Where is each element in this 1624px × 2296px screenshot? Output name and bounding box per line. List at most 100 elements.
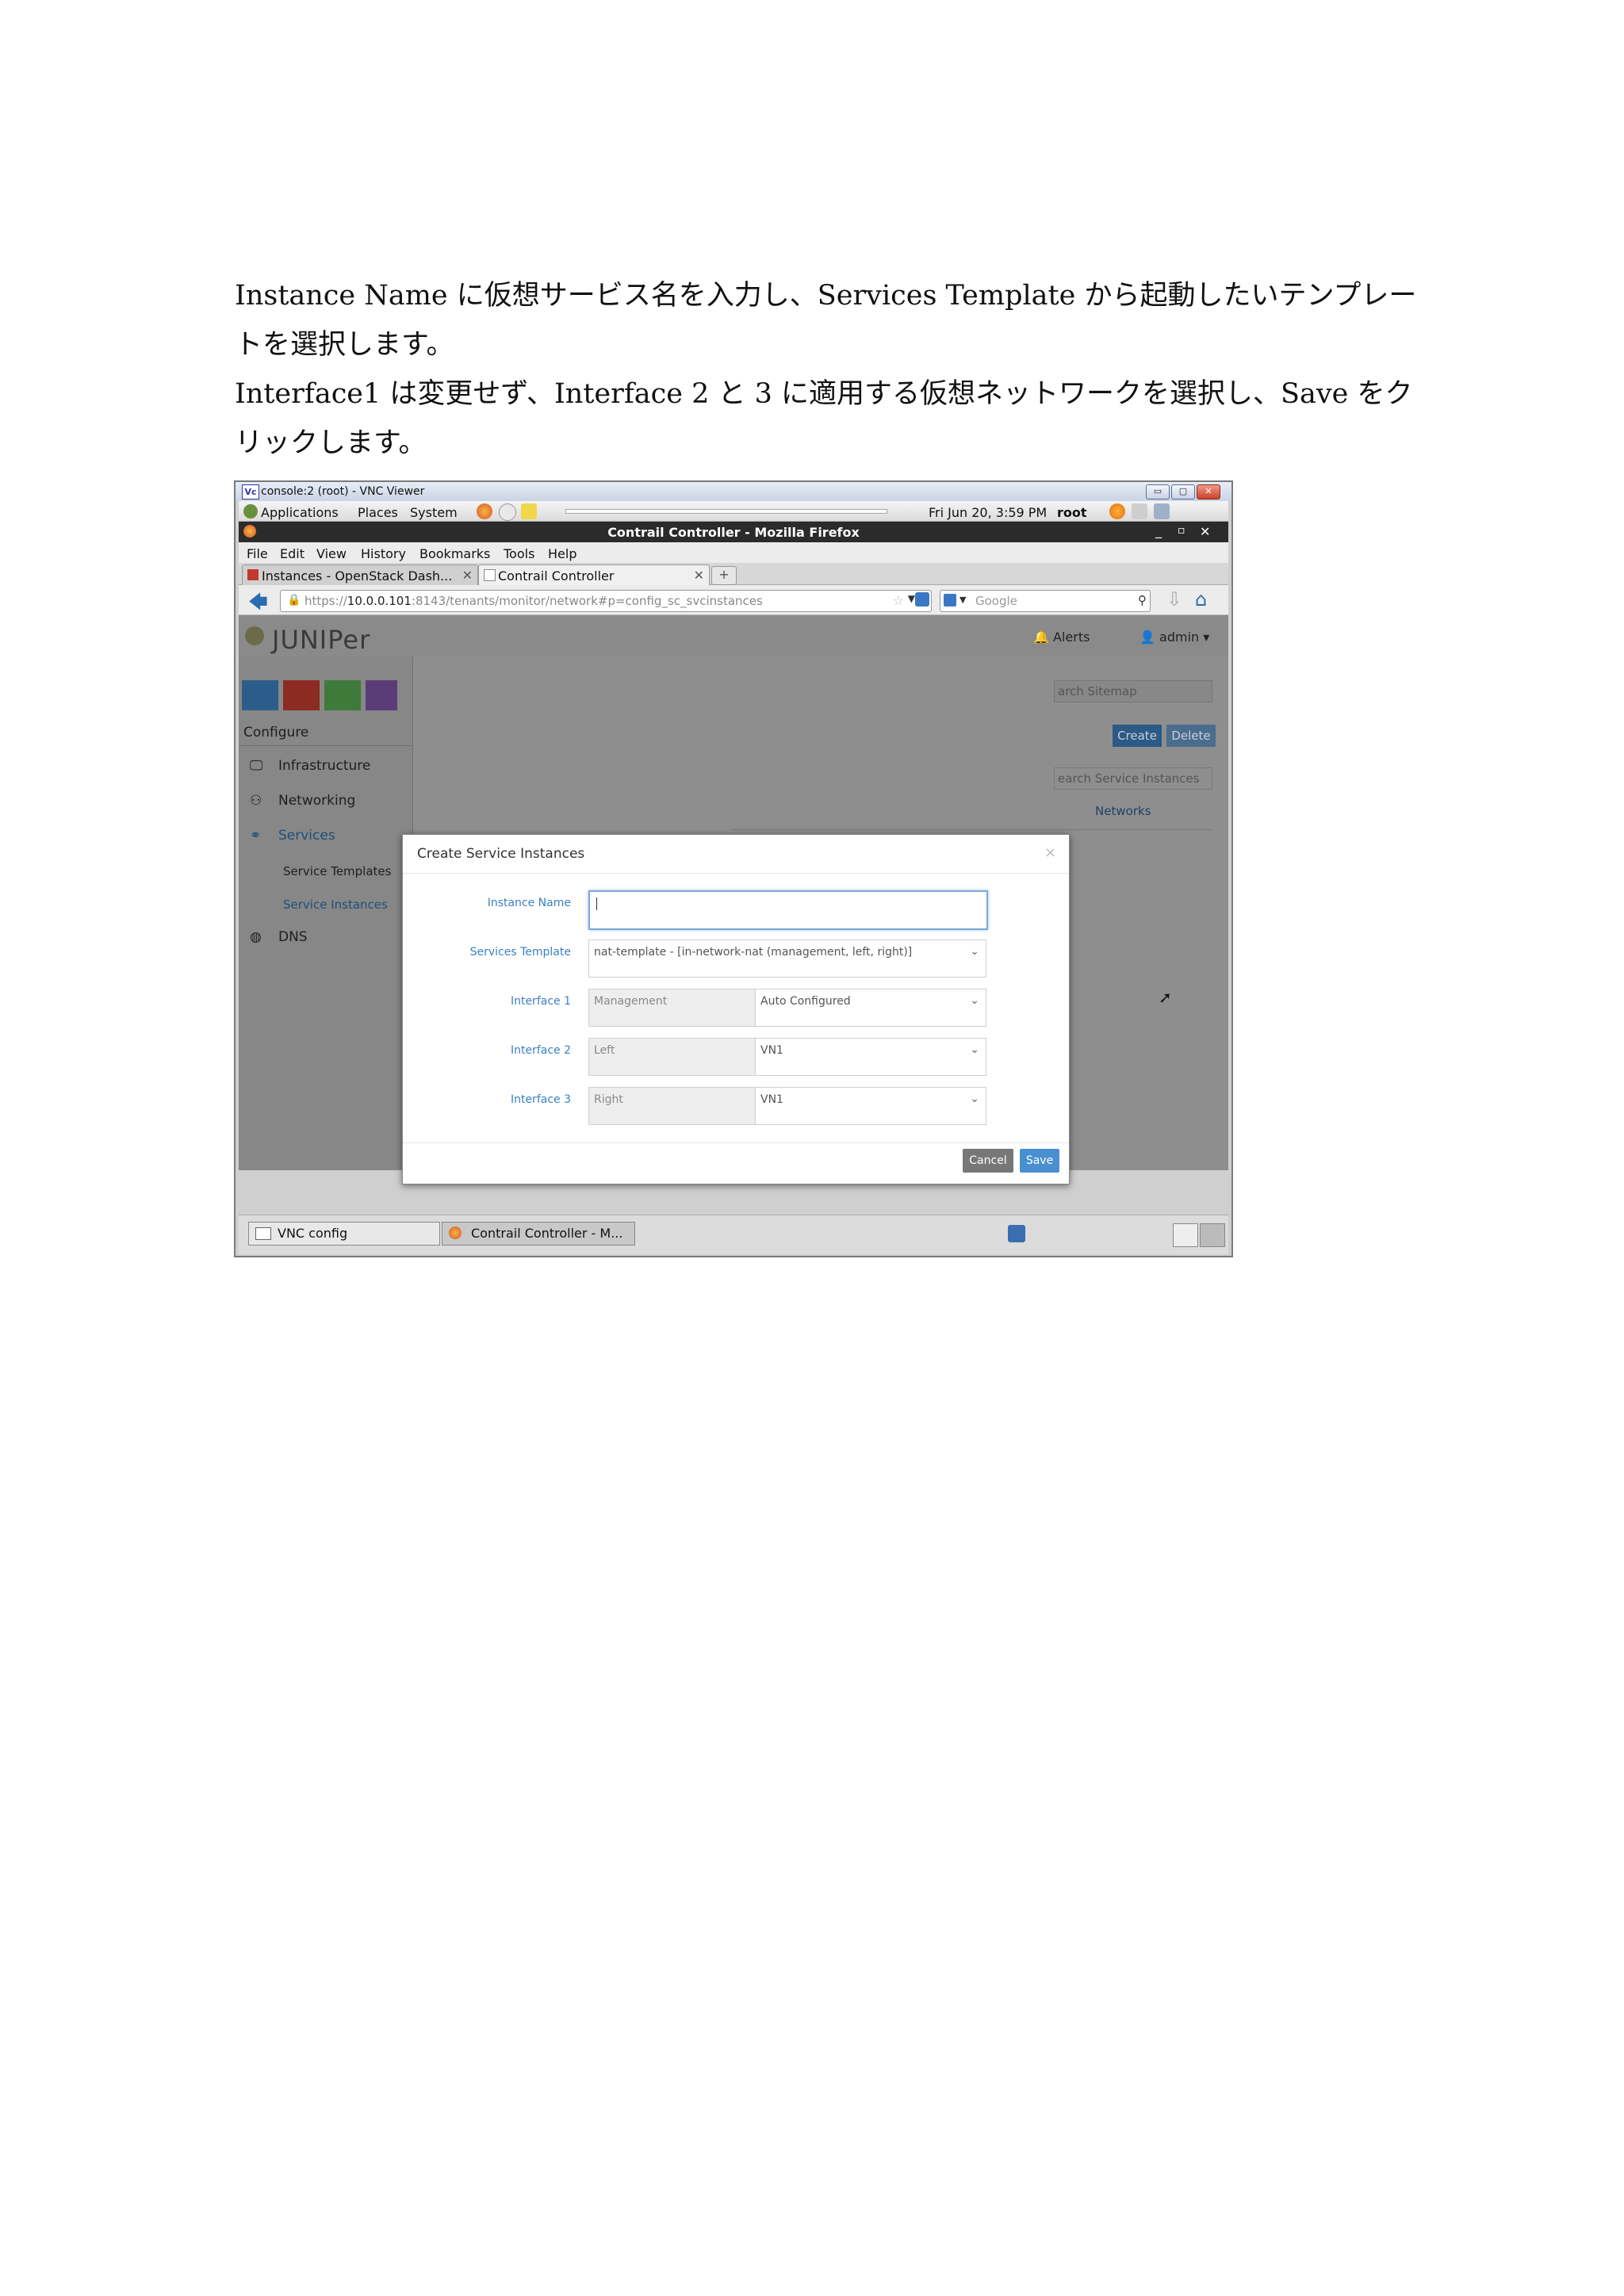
google-engine-icon[interactable] [944, 594, 956, 607]
openstack-tab-icon [247, 569, 259, 580]
mouse-cursor-icon: ➚ [1159, 988, 1172, 1007]
menu-edit[interactable]: Edit [280, 546, 304, 561]
instruction-paragraph-1: Instance Name に仮想サービス名を入力し、Services Temp… [235, 280, 1417, 361]
tab-close-icon[interactable]: ✕ [462, 568, 473, 583]
configure-tab-icon[interactable] [283, 680, 320, 710]
tab-close-icon[interactable]: ✕ [694, 568, 704, 583]
url-path: :8143/tenants/monitor/network#p=config_s… [411, 594, 763, 608]
settings-tab-icon[interactable] [324, 680, 361, 710]
search-sitemap-input[interactable]: arch Sitemap [1054, 680, 1212, 702]
networks-column-header[interactable]: Networks [1095, 804, 1151, 818]
interface-1-network-value: Auto Configured [760, 995, 851, 1008]
sidebar-item-networking[interactable]: Networking [278, 793, 355, 809]
taskbar-contrail[interactable]: Contrail Controller - M... [442, 1222, 635, 1246]
vnc-title-bar: Vc console:2 (root) - VNC Viewer ▭ ▢ ✕ [236, 482, 1231, 501]
sidebar-item-services[interactable]: Services [278, 828, 335, 844]
network-icon[interactable] [1154, 503, 1170, 519]
instruction-paragraph-2: Interface1 は変更せず、Interface 2 と 3 に適用する仮想… [235, 378, 1413, 459]
admin-menu[interactable]: 👤 admin ▾ [1139, 629, 1209, 645]
monitor-tab-icon[interactable] [242, 680, 278, 710]
save-button[interactable]: Save [1020, 1149, 1059, 1173]
taskbar-vnc-config[interactable]: VNC config [248, 1222, 440, 1246]
tab-bar: Instances - OpenStack Dash... ✕ Contrail… [239, 563, 1228, 586]
navigation-bar: 🡄 🔒 https://10.0.0.101:8143/tenants/moni… [239, 585, 1228, 615]
url-dropdown-icon[interactable]: ▼ [908, 593, 915, 604]
maximize-button[interactable]: ▢ [1171, 484, 1195, 499]
menu-view[interactable]: View [316, 546, 347, 561]
menu-help[interactable]: Help [548, 546, 576, 561]
lock-icon: 🔒 [287, 594, 301, 607]
ff-close-button[interactable]: ✕ [1200, 524, 1210, 539]
interface-2-network-value: VN1 [760, 1044, 783, 1057]
sidebar-item-service-instances[interactable]: Service Instances [283, 897, 388, 912]
menu-file[interactable]: File [247, 546, 268, 561]
update-icon[interactable] [1109, 503, 1125, 519]
engine-dropdown-icon[interactable]: ▼ [959, 595, 966, 605]
sitemap-icon: ⚇ [250, 793, 262, 809]
create-button[interactable]: Create [1113, 725, 1162, 747]
minimize-button[interactable]: ▭ [1146, 484, 1170, 499]
menu-history[interactable]: History [361, 546, 406, 561]
screenshot-figure: Vc console:2 (root) - VNC Viewer ▭ ▢ ✕ A… [234, 480, 1233, 1257]
workspace-switcher-icon[interactable] [1008, 1225, 1025, 1242]
vnc-logo-icon: Vc [242, 484, 259, 499]
alerts-link[interactable]: 🔔 Alerts [1033, 629, 1090, 645]
tab-openstack[interactable]: Instances - OpenStack Dash... ✕ [242, 564, 478, 586]
url-prefix: https:// [304, 594, 347, 608]
menu-tools[interactable]: Tools [504, 546, 534, 561]
ff-maximize-button[interactable]: ▫ [1178, 524, 1185, 537]
search-field[interactable]: ▼ Google ⚲ [940, 590, 1151, 612]
link-icon: ⚭ [250, 828, 262, 844]
dialog-close-icon[interactable]: × [1044, 844, 1056, 861]
interface-2-network-select[interactable]: VN1 ⌄ [755, 1038, 986, 1076]
url-host: 10.0.0.101 [347, 594, 412, 608]
instance-name-input[interactable] [588, 890, 988, 930]
panel-clock[interactable]: Fri Jun 20, 3:59 PM [929, 505, 1047, 520]
sidebar-item-infrastructure[interactable]: Infrastructure [278, 758, 370, 774]
interface-3-type: Right [588, 1087, 756, 1125]
panel-separator [565, 509, 887, 514]
juniper-logo: JUNIPer [272, 625, 371, 655]
delete-button[interactable]: Delete [1166, 725, 1216, 747]
close-button[interactable]: ✕ [1197, 484, 1220, 499]
search-instances-input[interactable]: earch Service Instances [1054, 767, 1212, 790]
menu-places[interactable]: Places [358, 505, 398, 520]
sidebar-item-service-templates[interactable]: Service Templates [283, 864, 391, 878]
volume-icon[interactable] [1132, 503, 1147, 519]
interface-1-network-select[interactable]: Auto Configured ⌄ [755, 989, 986, 1027]
query-tab-icon[interactable] [366, 680, 397, 710]
contrail-app: JUNIPer 🔔 Alerts 👤 admin ▾ Configure 🖵 I… [239, 615, 1228, 1184]
menu-applications[interactable]: Applications [261, 505, 339, 520]
cancel-button[interactable]: Cancel [963, 1149, 1013, 1173]
services-template-select[interactable]: nat-template - [in-network-nat (manageme… [588, 939, 986, 978]
url-bar[interactable]: 🔒 https://10.0.0.101:8143/tenants/monito… [280, 590, 932, 612]
panel-user[interactable]: root [1057, 505, 1087, 520]
gnome-foot-icon [243, 504, 258, 519]
tray-desktop-icon[interactable] [1200, 1223, 1225, 1247]
bookmark-star-icon[interactable]: ☆ [893, 593, 904, 608]
download-arrow-icon[interactable]: ⇩ [1166, 588, 1182, 610]
instance-name-label: Instance Name [487, 897, 571, 909]
interface-3-network-select[interactable]: VN1 ⌄ [755, 1087, 986, 1125]
sidebar-divider [239, 745, 413, 746]
tab-contrail[interactable]: Contrail Controller ✕ [478, 564, 710, 586]
new-tab-button[interactable]: + [711, 566, 737, 585]
ff-minimize-button[interactable]: _ [1155, 523, 1162, 538]
mail-launcher-icon[interactable] [499, 503, 516, 521]
tray-firefox-icon[interactable] [1173, 1223, 1198, 1247]
table-divider [730, 829, 1212, 830]
menu-system[interactable]: System [410, 505, 458, 520]
menu-bookmarks[interactable]: Bookmarks [419, 546, 490, 561]
interface-2-type: Left [588, 1038, 756, 1076]
home-icon[interactable]: ⌂ [1195, 588, 1207, 610]
reload-icon[interactable] [915, 592, 929, 607]
firefox-launcher-icon[interactable] [477, 503, 492, 519]
interface-3-network-value: VN1 [760, 1093, 783, 1106]
sidebar-item-dns[interactable]: DNS [278, 929, 308, 945]
chevron-down-icon: ⌄ [970, 945, 979, 958]
notes-launcher-icon[interactable] [521, 503, 537, 519]
chevron-down-icon: ⌄ [970, 1043, 979, 1056]
binoculars-icon[interactable]: ⚲ [1138, 593, 1147, 607]
chevron-down-icon: ⌄ [970, 994, 979, 1007]
services-template-label: Services Template [469, 946, 571, 959]
